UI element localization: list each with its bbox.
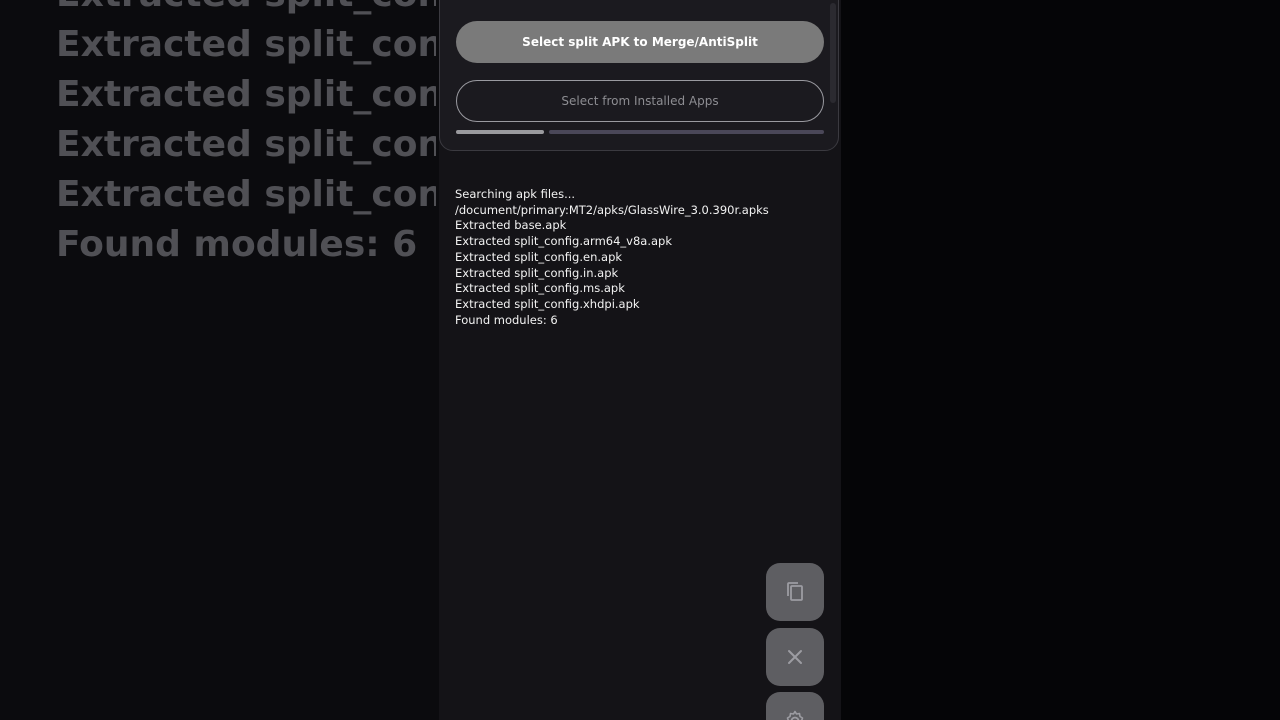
select-installed-apps-button[interactable]: Select from Installed Apps [456,80,824,122]
log-line: Searching apk files... [455,187,576,201]
progress-bar [456,130,824,134]
action-card: Select split APK to Merge/AntiSplit Sele… [439,0,839,151]
background-right-panel [840,0,1280,720]
background-log-line: Extracted split_config [56,24,436,65]
background-log-line: Extracted split_config.ms.apk [56,0,436,20]
log-line: Extracted split_config.xhdpi.apk [455,296,640,311]
log-line: Found modules: 6 [455,312,558,327]
copy-icon [787,582,803,601]
background-log-line: Extracted split_config [56,74,436,115]
close-button[interactable] [766,628,824,686]
copy-log-button[interactable] [766,563,824,621]
log-line: Extracted split_config.ms.apk [455,281,625,296]
settings-button[interactable] [766,692,824,720]
log-line: Extracted split_config.en.apk [455,249,623,264]
settings-icon [786,710,804,720]
progress-remaining [549,130,824,134]
screen: Extracted split_config.ms.apk Extracted … [0,0,1280,720]
log-line: Extracted split_config.in.apk [455,265,619,280]
log-line: Extracted split_config.arm64_v8a.apk [455,234,672,249]
log-output: Searching apk files... /document/primary… [455,187,825,328]
background-log-text: Extracted split_config.ms.apk Extracted … [56,0,436,270]
app-window: Select split APK to Merge/AntiSplit Sele… [439,0,841,720]
background-log-line: Extracted split_config [56,124,436,165]
scrollbar[interactable] [830,3,836,103]
log-line: /document/primary:MT2/apks/GlassWire_3.0… [455,202,769,217]
background-log-line: Found modules: 6 [56,224,418,265]
select-split-apk-button[interactable]: Select split APK to Merge/AntiSplit [456,21,824,63]
close-icon [788,650,802,664]
log-line: Extracted base.apk [455,218,567,233]
progress-fill [456,130,544,134]
background-log-line: Extracted split_config [56,174,436,215]
